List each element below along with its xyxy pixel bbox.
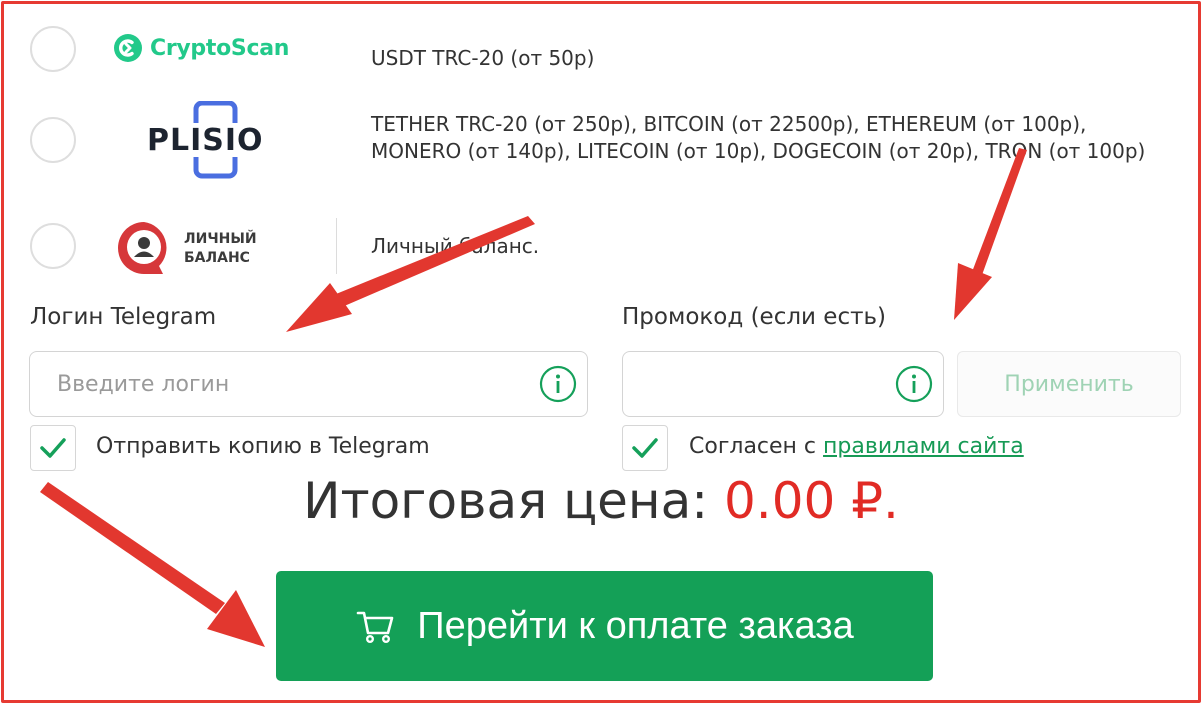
telegram-login-label: Логин Telegram [30,304,217,330]
send-copy-checkbox[interactable] [30,425,76,471]
info-icon[interactable] [895,365,933,403]
cryptoscan-logo: CryptoScan [113,33,289,63]
agree-rules-checkbox[interactable] [622,425,668,471]
total-price-value: 0.00 ₽. [724,472,899,530]
payment-description-plisio: TETHER TRC-20 (от 250р), BITCOIN (от 225… [371,112,1146,163]
payment-radio-plisio[interactable] [30,117,76,163]
telegram-login-field[interactable] [29,351,588,417]
agree-rules-label: Согласен с правилами сайта [689,434,1024,459]
plisio-logo-text: PLISIO [147,123,264,158]
apply-promo-button[interactable]: Применить [957,351,1181,417]
cryptoscan-logo-icon [114,34,142,62]
payment-description-balance: Личный баланс. [371,234,540,258]
total-price: Итоговая цена: 0.00 ₽. [0,472,1202,530]
checkout-button[interactable]: Перейти к оплате заказа [276,571,933,681]
site-rules-link[interactable]: правилами сайта [823,434,1024,459]
promo-code-field[interactable] [622,351,944,417]
balance-logo: ЛИЧНЫЙ БАЛАНС [115,220,275,276]
balance-logo-text: ЛИЧНЫЙ БАЛАНС [184,230,257,268]
balance-logo-line1: ЛИЧНЫЙ [184,231,257,247]
send-copy-label: Отправить копию в Telegram [96,434,430,459]
plisio-logo: PLISIO [147,101,269,179]
agree-rules-prefix: Согласен с [689,434,824,459]
balance-logo-line2: БАЛАНС [184,250,250,266]
checkout-button-label: Перейти к оплате заказа [417,604,854,647]
cryptoscan-logo-text: CryptoScan [150,35,290,61]
payment-radio-cryptoscan[interactable] [30,26,76,72]
balance-user-icon [118,222,167,274]
info-icon[interactable] [539,365,577,403]
payment-radio-balance[interactable] [30,223,76,269]
checkmark-icon [40,438,66,458]
logo-divider [336,218,337,274]
total-label: Итоговая цена: [303,472,724,530]
telegram-login-input[interactable] [30,352,587,416]
cart-icon [356,611,394,644]
checkmark-icon [632,438,658,458]
promo-code-label: Промокод (если есть) [622,304,887,330]
payment-description-cryptoscan: USDT TRC-20 (от 50р) [371,46,595,70]
